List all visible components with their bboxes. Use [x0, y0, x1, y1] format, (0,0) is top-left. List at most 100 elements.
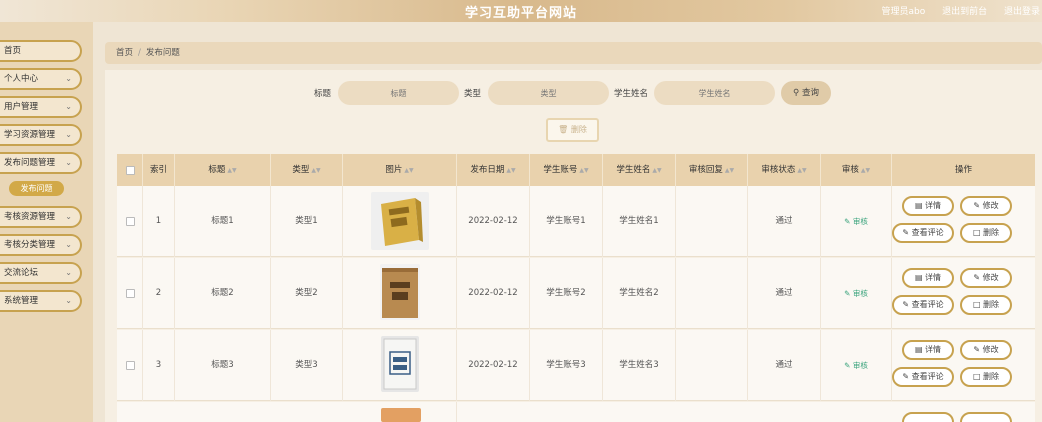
sidebar-item-personal-center[interactable]: 个人中心 ⌄: [0, 68, 82, 90]
sort-icon[interactable]: ▲▼: [797, 167, 806, 174]
type-search-input[interactable]: [488, 81, 609, 105]
folder-image[interactable]: [381, 336, 419, 392]
review-icon: ✎: [844, 361, 851, 370]
sort-icon[interactable]: ▲▼: [861, 167, 870, 174]
col-header-date[interactable]: 发布日期 ▲▼: [457, 154, 530, 186]
sort-icon[interactable]: ▲▼: [652, 167, 661, 174]
top-header: 学习互助平台网站 管理员abo 退出到前台 退出登录: [0, 0, 1042, 22]
select-all-checkbox[interactable]: [126, 166, 135, 175]
col-header-actions: 操作: [954, 165, 972, 175]
cell-index: 2: [143, 258, 175, 329]
cell-status: 通过: [748, 258, 821, 329]
row-select-cell: [117, 330, 143, 401]
table-row: 1 标题1 类型1 2022-02-12 学生账号1 学生姓名1 通过 ✎ 审核: [117, 186, 1035, 257]
sidebar-item-label: 发布问题管理: [4, 158, 56, 168]
edit-button[interactable]: ✎ 修改: [960, 268, 1012, 288]
search-button[interactable]: ⚲ 查询: [781, 81, 831, 105]
breadcrumb-separator: /: [138, 48, 141, 58]
chevron-down-icon: ⌄: [65, 268, 72, 277]
breadcrumb-current: 发布问题: [145, 48, 180, 58]
cell-review: ✎ 审核: [821, 330, 892, 401]
sidebar-item-question-management[interactable]: 发布问题管理 ⌄: [0, 152, 82, 174]
student-name-search-input[interactable]: [654, 81, 775, 105]
review-link[interactable]: ✎ 审核: [844, 361, 868, 370]
sort-icon[interactable]: ▲▼: [404, 167, 413, 174]
col-header-reply[interactable]: 审核回复 ▲▼: [676, 154, 748, 186]
sidebar-item-system[interactable]: 系统管理 ⌄: [0, 290, 82, 312]
chevron-down-icon: ⌄: [65, 212, 72, 221]
col-header-status[interactable]: 审核状态 ▲▼: [748, 154, 821, 186]
col-header-type[interactable]: 类型 ▲▼: [271, 154, 343, 186]
folder-image[interactable]: [371, 192, 429, 250]
sidebar-item-forum[interactable]: 交流论坛 ⌄: [0, 262, 82, 284]
detail-button[interactable]: ▤ 详情: [902, 196, 954, 216]
view-comments-button[interactable]: ✎ 查看评论: [892, 367, 954, 387]
edit-button[interactable]: ✎ 修改: [960, 196, 1012, 216]
detail-button[interactable]: ▤ 详情: [902, 268, 954, 288]
title-search-input[interactable]: [338, 81, 459, 105]
breadcrumb-home[interactable]: 首页: [116, 48, 133, 58]
chevron-down-icon: ⌄: [65, 296, 72, 305]
cell-type: 类型1: [271, 186, 343, 257]
sort-icon[interactable]: ▲▼: [506, 167, 515, 174]
sidebar-item-user-management[interactable]: 用户管理 ⌄: [0, 96, 82, 118]
sidebar-subitem-publish-question[interactable]: 发布问题: [9, 181, 64, 196]
detail-icon: ▤: [914, 201, 923, 210]
cell-name: 学生姓名1: [603, 186, 676, 257]
view-comments-button[interactable]: ✎ 查看评论: [892, 295, 954, 315]
edit-button[interactable]: ✎ 修改: [960, 340, 1012, 360]
col-header-review[interactable]: 审核 ▲▼: [821, 154, 892, 186]
edit-button[interactable]: [960, 412, 1012, 422]
sort-icon[interactable]: ▲▼: [579, 167, 588, 174]
sort-icon[interactable]: ▲▼: [311, 167, 320, 174]
cell-actions: ▤ 详情 ✎ 修改 ✎ 查看评论 □ 删除: [892, 330, 1035, 401]
col-header-image[interactable]: 图片 ▲▼: [343, 154, 457, 186]
sidebar-item-exam-resource[interactable]: 考核资源管理 ⌄: [0, 206, 82, 228]
batch-delete-button[interactable]: 🗑 删除: [546, 118, 599, 142]
select-all-cell: [117, 154, 143, 186]
admin-user-link[interactable]: 管理员abo: [881, 7, 925, 17]
cell-title: 标题2: [175, 258, 271, 329]
sort-icon[interactable]: ▲▼: [725, 167, 734, 174]
sidebar-item-label: 系统管理: [4, 296, 39, 306]
cell-type: 类型2: [271, 258, 343, 329]
table-row: 3 标题3 类型3 2022-02-12 学生账号3 学生姓名3 通过 ✎ 审核: [117, 330, 1035, 401]
sidebar-item-label: 学习资源管理: [4, 130, 56, 140]
exit-to-frontend-link[interactable]: 退出到前台: [942, 7, 987, 17]
cell-account: 学生账号3: [530, 330, 603, 401]
review-icon: ✎: [844, 289, 851, 298]
folder-image[interactable]: [381, 408, 421, 422]
main-content: 首页/发布问题 标题 类型 学生姓名 ⚲ 查询 🗑 删除 索引 标题▲▼ 类型▲…: [93, 22, 1042, 422]
trash-icon: □: [972, 300, 981, 309]
trash-icon: □: [972, 228, 981, 237]
delete-button[interactable]: □ 删除: [960, 223, 1012, 243]
table-row: 2 标题2 类型2 2022-02-12 学生账号2 学生姓名2 通过 ✎ 审核: [117, 258, 1035, 329]
chevron-down-icon: ⌄: [65, 130, 72, 139]
sidebar-item-home[interactable]: 首页: [0, 40, 82, 62]
title-label: 标题: [314, 89, 332, 99]
delete-button[interactable]: □ 删除: [960, 295, 1012, 315]
row-checkbox[interactable]: [126, 217, 135, 226]
delete-button[interactable]: □ 删除: [960, 367, 1012, 387]
sort-icon[interactable]: ▲▼: [227, 167, 236, 174]
archive-box-image[interactable]: [380, 264, 420, 320]
sidebar-item-label: 个人中心: [4, 74, 39, 84]
col-header-account[interactable]: 学生账号 ▲▼: [530, 154, 603, 186]
row-checkbox[interactable]: [126, 361, 135, 370]
detail-button[interactable]: [902, 412, 954, 422]
sidebar-item-label: 首页: [4, 46, 22, 56]
col-header-name[interactable]: 学生姓名 ▲▼: [603, 154, 676, 186]
cell-image: [343, 330, 457, 401]
detail-button[interactable]: ▤ 详情: [902, 340, 954, 360]
view-comments-button[interactable]: ✎ 查看评论: [892, 223, 954, 243]
review-link[interactable]: ✎ 审核: [844, 217, 868, 226]
sidebar: 首页 个人中心 ⌄ 用户管理 ⌄ 学习资源管理 ⌄ 发布问题管理 ⌄ 发布问题 …: [0, 22, 93, 422]
review-link[interactable]: ✎ 审核: [844, 289, 868, 298]
search-icon: ⚲: [793, 88, 800, 98]
sidebar-item-resource-management[interactable]: 学习资源管理 ⌄: [0, 124, 82, 146]
cell-review: ✎ 审核: [821, 186, 892, 257]
col-header-title[interactable]: 标题 ▲▼: [175, 154, 271, 186]
sidebar-item-exam-category[interactable]: 考核分类管理 ⌄: [0, 234, 82, 256]
logout-link[interactable]: 退出登录: [1004, 7, 1040, 17]
row-checkbox[interactable]: [126, 289, 135, 298]
